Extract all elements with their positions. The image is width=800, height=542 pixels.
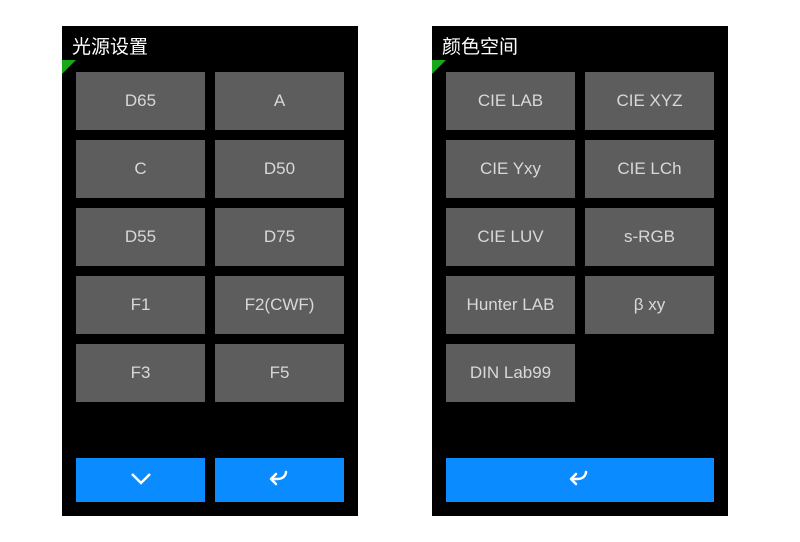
scroll-down-button[interactable] — [76, 458, 205, 502]
back-arrow-icon — [566, 468, 594, 493]
option-a[interactable]: A — [215, 72, 344, 130]
light-options-grid: D65 A C D50 D55 D75 F1 F2(CWF) F3 F5 — [62, 60, 358, 402]
option-hunter-lab[interactable]: Hunter LAB — [446, 276, 575, 334]
option-d75[interactable]: D75 — [215, 208, 344, 266]
selected-corner-mark — [432, 60, 446, 74]
option-cie-yxy[interactable]: CIE Yxy — [446, 140, 575, 198]
panel-title: 光源设置 — [62, 26, 358, 60]
option-din-lab99[interactable]: DIN Lab99 — [446, 344, 575, 402]
panel-title: 颜色空间 — [432, 26, 728, 60]
option-f1[interactable]: F1 — [76, 276, 205, 334]
back-button[interactable] — [446, 458, 714, 502]
bottom-bar — [446, 458, 714, 502]
option-f3[interactable]: F3 — [76, 344, 205, 402]
option-d50[interactable]: D50 — [215, 140, 344, 198]
option-srgb[interactable]: s-RGB — [585, 208, 714, 266]
back-arrow-icon — [266, 468, 294, 493]
selected-corner-mark — [62, 60, 76, 74]
option-cie-xyz[interactable]: CIE XYZ — [585, 72, 714, 130]
option-cie-lab[interactable]: CIE LAB — [446, 72, 575, 130]
option-f5[interactable]: F5 — [215, 344, 344, 402]
light-source-panel: 光源设置 D65 A C D50 D55 D75 F1 F2(CWF) F3 F… — [62, 26, 358, 516]
option-f2cwf[interactable]: F2(CWF) — [215, 276, 344, 334]
chevron-down-icon — [127, 468, 155, 493]
back-button[interactable] — [215, 458, 344, 502]
option-beta-xy[interactable]: β xy — [585, 276, 714, 334]
bottom-bar — [76, 458, 344, 502]
option-d55[interactable]: D55 — [76, 208, 205, 266]
colorspace-options-grid: CIE LAB CIE XYZ CIE Yxy CIE LCh CIE LUV … — [432, 60, 728, 402]
option-d65[interactable]: D65 — [76, 72, 205, 130]
option-cie-lch[interactable]: CIE LCh — [585, 140, 714, 198]
option-cie-luv[interactable]: CIE LUV — [446, 208, 575, 266]
option-c[interactable]: C — [76, 140, 205, 198]
color-space-panel: 颜色空间 CIE LAB CIE XYZ CIE Yxy CIE LCh CIE… — [432, 26, 728, 516]
